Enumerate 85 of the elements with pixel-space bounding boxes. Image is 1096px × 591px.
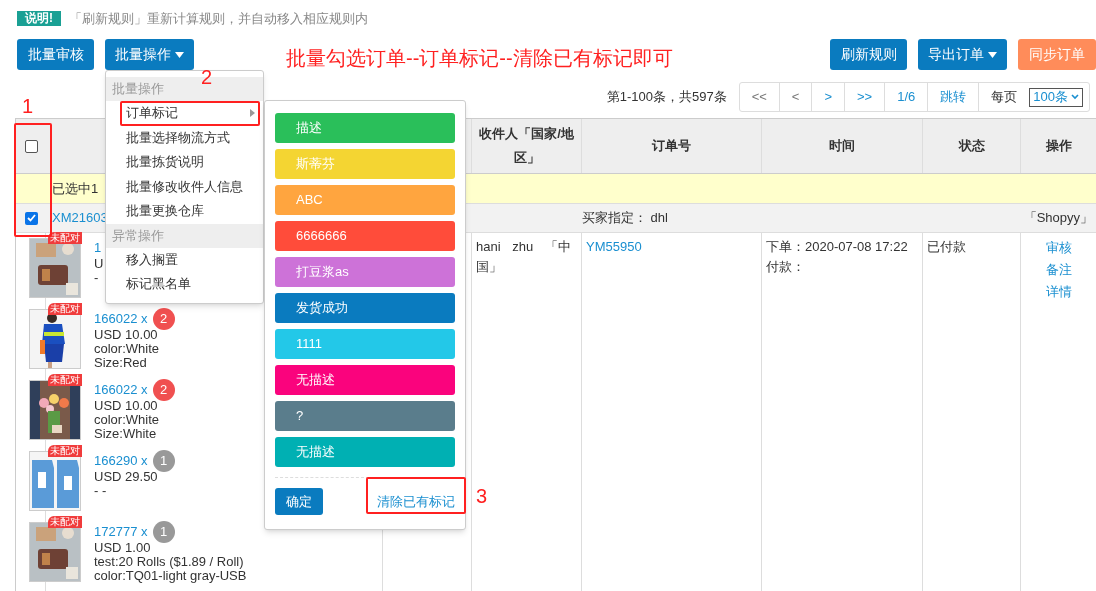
menu-item[interactable]: 批量拣货说明 — [106, 150, 263, 175]
selection-note: 已选中1 — [52, 179, 99, 198]
step-number: 3 — [476, 485, 488, 507]
column-header: 状态 — [958, 137, 985, 155]
time-text: 下单：2020-07-08 17:22 — [766, 238, 909, 256]
checkbox[interactable] — [24, 211, 38, 225]
step-number: 2 — [201, 66, 213, 88]
quantity-badge: 1 — [152, 520, 175, 543]
product-detail: USD 1.00 — [94, 541, 152, 555]
confirm-button[interactable]: 确定 — [275, 488, 323, 515]
tag-option[interactable]: 发货成功 — [275, 293, 455, 323]
tag-option[interactable]: 无描述 — [275, 437, 455, 467]
chevron-icon — [1071, 94, 1079, 100]
product-detail: USD 10.00 — [94, 328, 159, 342]
column-header: 收件人「国家/地区」 — [478, 125, 575, 167]
page-button[interactable]: 1/6 — [885, 83, 929, 111]
page-button[interactable]: >> — [845, 83, 886, 111]
column-header: 操作 — [1045, 137, 1072, 155]
per-page-select[interactable]: 100条 — [1029, 87, 1083, 107]
tag-option[interactable]: 打豆浆as — [275, 257, 455, 287]
action-link[interactable]: 审核 — [1046, 237, 1072, 259]
unmatched-tag: 未配对 — [48, 516, 82, 528]
action-link[interactable]: 备注 — [1046, 259, 1072, 281]
page-button[interactable]: < — [779, 83, 813, 111]
menu-item[interactable]: 移入搁置 — [106, 247, 263, 272]
per-page-label: 每页 — [990, 88, 1019, 107]
column-header: 订单号 — [652, 137, 691, 155]
sku-link[interactable]: 172777 x — [94, 524, 148, 539]
shipping-note: 买家指定： dhl — [582, 209, 669, 228]
sku-link[interactable]: 1 — [94, 240, 102, 255]
toolbar-button[interactable]: 同步订单 — [1018, 39, 1096, 70]
product-detail: test:20 Rolls ($1.89 / Roll) — [94, 555, 245, 569]
unmatched-tag: 未配对 — [48, 303, 82, 315]
product-detail: - - — [94, 484, 108, 498]
clear-marks-link[interactable]: 清除已有标记 — [377, 491, 455, 512]
page-button[interactable]: > — [812, 83, 846, 111]
sku-link[interactable]: 166022 x — [94, 311, 148, 326]
tag-option[interactable]: 1111 — [275, 329, 455, 359]
product-detail: Size:Red — [94, 356, 148, 370]
toolbar-button[interactable]: 导出订单 — [918, 39, 1007, 70]
tag-option[interactable]: ABC — [275, 185, 455, 215]
tag-option[interactable]: 6666666 — [275, 221, 455, 251]
tag-option[interactable]: 描述 — [275, 113, 455, 143]
pagination-summary: 第1-100条，共597条 — [606, 88, 727, 107]
quantity-badge: 2 — [152, 378, 175, 401]
store-name: 「Shopyy」 — [1022, 209, 1094, 228]
quantity-badge: 2 — [152, 307, 175, 330]
quantity-badge: 1 — [152, 449, 175, 472]
toolbar-button[interactable]: 批量操作 — [105, 39, 194, 70]
toolbar-button[interactable]: 批量审核 — [17, 39, 94, 70]
menu-item[interactable]: 标记黑名单 — [106, 272, 263, 297]
sku-link[interactable]: 166290 x — [94, 453, 148, 468]
product-detail: USD 29.50 — [94, 470, 159, 484]
action-link[interactable]: 详情 — [1046, 281, 1072, 303]
menu-section-header: 异常操作 — [106, 223, 263, 248]
unmatched-tag: 未配对 — [48, 232, 82, 244]
product-detail: - — [94, 271, 100, 285]
unmatched-tag: 未配对 — [48, 445, 82, 457]
tag-option[interactable]: 无描述 — [275, 365, 455, 395]
product-detail: color:White — [94, 413, 161, 427]
product-detail: Size:White — [94, 427, 158, 441]
page-button[interactable]: << — [739, 83, 780, 111]
time-text: 付款： — [766, 258, 806, 276]
unmatched-tag: 未配对 — [48, 374, 82, 386]
tag-option[interactable]: ? — [275, 401, 455, 431]
product-detail: color:White — [94, 342, 161, 356]
product-detail: USD 10.00 — [94, 399, 159, 413]
notice-text: 「刷新规则」重新计算规则，并自动移入相应规则内 — [69, 9, 368, 28]
checkbox[interactable] — [24, 139, 38, 153]
toolbar-button[interactable]: 刷新规则 — [830, 39, 907, 70]
sku-link[interactable]: 166022 x — [94, 382, 148, 397]
product-detail: color:TQ01-light gray-USB — [94, 569, 247, 583]
product-detail: U — [94, 257, 104, 271]
menu-item[interactable]: 订单标记 — [106, 101, 263, 126]
recipient-text: hani zhu 「中国」 — [476, 239, 571, 274]
menu-item[interactable]: 批量更换仓库 — [106, 199, 263, 224]
order-number-link[interactable]: YM55950 — [586, 239, 642, 254]
notice-badge: 说明! — [17, 11, 61, 26]
step-number: 1 — [22, 95, 34, 117]
instruction-text: 批量勾选订单--订单标记--清除已有标记即可 — [286, 45, 673, 71]
menu-item[interactable]: 批量选择物流方式 — [106, 125, 263, 150]
page-button[interactable]: 跳转 — [928, 83, 980, 111]
status-text: 已付款 — [927, 239, 966, 254]
column-header: 时间 — [829, 137, 855, 155]
menu-item[interactable]: 批量修改收件人信息 — [106, 174, 263, 199]
